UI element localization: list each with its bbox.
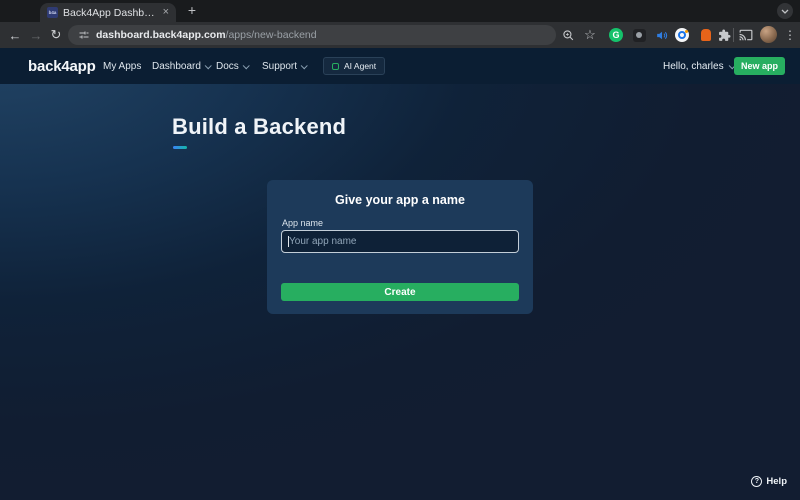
toolbar-separator <box>733 28 734 42</box>
tab-strip: b4a Back4App Dashboard × + <box>0 0 800 22</box>
bookmark-star-icon[interactable]: ☆ <box>582 27 598 43</box>
new-app-button[interactable]: New app <box>734 57 785 75</box>
new-tab-button[interactable]: + <box>184 2 200 19</box>
url-host: dashboard.back4app.com <box>96 29 226 41</box>
grammarly-extension-icon[interactable]: G <box>608 27 624 43</box>
extensions-puzzle-icon[interactable] <box>716 27 732 43</box>
favicon-back4app: b4a <box>47 7 58 18</box>
page-content: Build a Backend Give your app a name App… <box>0 84 800 500</box>
white-circle-extension-icon[interactable] <box>674 27 690 43</box>
app-name-label: App name <box>282 218 323 228</box>
card-title: Give your app a name <box>267 193 533 207</box>
back-icon[interactable]: ← <box>6 22 24 48</box>
create-button[interactable]: Create <box>281 283 519 301</box>
chevron-down-icon <box>205 62 212 69</box>
reload-icon[interactable]: ↻ <box>47 22 65 48</box>
chevron-down-icon <box>301 62 308 69</box>
page-title: Build a Backend <box>172 114 346 140</box>
cast-icon[interactable] <box>738 27 754 43</box>
zoom-page-icon[interactable] <box>560 27 576 43</box>
app-name-input[interactable] <box>281 230 519 253</box>
dark-square-extension-icon[interactable] <box>631 27 647 43</box>
nav-item-support[interactable]: Support <box>262 48 306 84</box>
title-underline <box>173 146 187 149</box>
user-menu[interactable]: Hello, charles <box>663 48 734 84</box>
app-name-input-wrap <box>281 230 519 253</box>
text-caret <box>288 236 289 247</box>
ai-agent-button[interactable]: AI Agent <box>323 57 385 75</box>
browser-tab[interactable]: b4a Back4App Dashboard × <box>40 3 176 22</box>
back4app-logo[interactable]: back4app <box>28 48 96 84</box>
chevron-down-icon <box>242 62 249 69</box>
nav-item-my-apps[interactable]: My Apps <box>103 48 141 84</box>
help-button[interactable]: ? Help <box>751 476 787 487</box>
site-navbar: back4app My Apps Dashboard Docs Support … <box>0 48 800 84</box>
nav-item-docs[interactable]: Docs <box>216 48 248 84</box>
forward-icon[interactable]: → <box>27 22 45 48</box>
browser-menu-icon[interactable]: ⋮ <box>782 27 798 43</box>
url-path: /apps/new-backend <box>226 29 317 41</box>
orange-figure-extension-icon[interactable] <box>698 27 714 43</box>
tab-search-button[interactable] <box>777 3 793 19</box>
browser-window: b4a Back4App Dashboard × + ← → ↻ dashboa… <box>0 0 800 500</box>
chevron-down-icon <box>781 9 789 14</box>
nav-item-dashboard[interactable]: Dashboard <box>152 48 210 84</box>
help-icon: ? <box>751 476 762 487</box>
ai-agent-icon <box>332 63 339 70</box>
browser-toolbar: ← → ↻ dashboard.back4app.com/apps/new-ba… <box>0 22 800 48</box>
address-bar[interactable]: dashboard.back4app.com/apps/new-backend <box>68 25 556 45</box>
app-name-card: Give your app a name App name Create <box>267 180 533 314</box>
site-settings-icon[interactable] <box>78 29 90 41</box>
profile-avatar[interactable] <box>760 26 777 43</box>
blue-audio-extension-icon[interactable] <box>653 27 669 43</box>
tab-title: Back4App Dashboard <box>63 7 158 19</box>
close-tab-icon[interactable]: × <box>163 7 169 18</box>
